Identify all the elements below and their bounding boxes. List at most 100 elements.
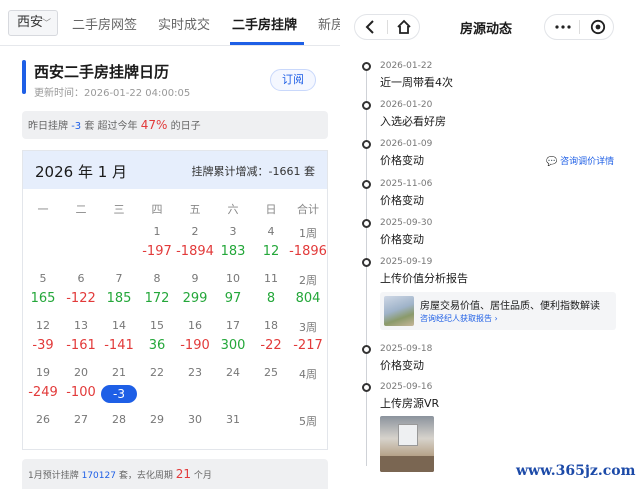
calendar-day[interactable]: 18 [252,319,290,332]
daily-change-value: 97 [224,291,242,306]
weekday-header: 五 [189,203,201,216]
calendar-day[interactable]: 12 [24,319,62,332]
daily-change-value: 185 [106,291,132,306]
calendar-day[interactable]: 10 [214,272,252,285]
top-nav: 西安 ﹀ 二手房网签 实时成交 二手房挂牌 新房 [0,0,340,46]
report-link[interactable]: 咨询经纪人获取报告 › [420,313,498,324]
calendar-day[interactable]: 31 [214,413,252,426]
calendar-day[interactable]: 24 [214,366,252,379]
city-selector[interactable]: 西安 ﹀ [8,10,58,36]
weekday-header: 日 [265,203,277,216]
tab-new-homes[interactable]: 新房 [318,14,340,33]
capsule-divider [387,20,388,34]
daily-change-value: 300 [220,338,246,353]
calendar-header: 2026 年 1 月 挂牌累计增减：-1661 套 [23,151,327,189]
update-time: 更新时间：2026-01-22 04:00:05 [34,88,191,99]
calendar-day[interactable]: 11 [252,272,290,285]
daily-change-value: -249 [28,385,58,400]
tab-realtime-deals[interactable]: 实时成交 [158,14,210,33]
listing-calendar-panel: 西安 ﹀ 二手房网签 实时成交 二手房挂牌 新房 西安二手房挂牌日历 更新时间：… [0,0,340,489]
calendar-day[interactable]: 27 [62,413,100,426]
today-value-badge[interactable]: -3 [101,385,137,403]
listing-calendar: 2026 年 1 月 挂牌累计增减：-1661 套 一二三四五六日合计 1 2 3 4 1… [22,150,328,450]
subscribe-button[interactable]: 订阅 [270,69,316,91]
daily-change-value: -1894 [176,244,214,259]
capsule-divider [579,20,580,34]
calendar-day[interactable]: 7 [100,272,138,285]
calendar-day[interactable]: 6 [62,272,100,285]
calendar-day[interactable]: 13 [62,319,100,332]
chat-icon: 💬 [546,157,558,167]
nav-capsule [354,14,420,40]
vr-thumbnail[interactable] [380,416,434,472]
calendar-day[interactable]: 26 [24,413,62,426]
calendar-day[interactable]: 28 [100,413,138,426]
calendar-day[interactable]: 15 [138,319,176,332]
event-date: 2025-11-06 [380,179,433,189]
calendar-day[interactable]: 17 [214,319,252,332]
weekday-header: 三 [113,203,125,216]
event-text: 价格变动 [380,154,424,167]
calendar-day[interactable]: 20 [62,366,100,379]
daily-change-value: -39 [32,338,54,353]
calendar-day[interactable]: 2 [176,225,214,238]
daily-change-value: 8 [266,291,276,306]
back-icon[interactable] [363,19,379,35]
calendar-day[interactable]: 30 [176,413,214,426]
week-label: 4周 [299,368,317,381]
tab-listings[interactable]: 二手房挂牌 [232,14,297,33]
home-icon[interactable] [396,19,412,35]
timeline-dot [362,383,371,392]
calendar-day[interactable]: 19 [24,366,62,379]
calendar-day[interactable]: 1 [138,225,176,238]
daily-change-value: -161 [66,338,96,353]
yesterday-summary: 昨日挂牌 -3 套 超过今年 47% 的日子 [22,111,328,139]
yesterday-percent: 47% [140,118,168,132]
timeline-dot [362,219,371,228]
tab-contract[interactable]: 二手房网签 [72,14,137,33]
daily-change-value: 36 [148,338,166,353]
consult-price-label: 咨询调价详情 [560,157,615,167]
daily-change-value: 183 [220,244,246,259]
page-title: 房源动态 [460,22,513,37]
forecast-suffix: 个月 [193,471,212,481]
timeline-dot [362,101,371,110]
week-label: 3周 [299,321,317,334]
report-thumbnail [384,296,414,326]
calendar-day[interactable]: 22 [138,366,176,379]
timeline-dot [362,345,371,354]
calendar-day[interactable]: 23 [176,366,214,379]
forecast-summary: 1月预计挂牌 170127 套，去化周期 21 个月 [22,459,328,489]
calendar-day[interactable]: 8 [138,272,176,285]
event-date: 2025-09-18 [380,344,433,354]
calendar-day[interactable]: 21 [100,366,138,379]
forecast-mid: 套，去化周期 [118,471,173,481]
value-report-card[interactable]: 房屋交易价值、居住品质、便利指数解读 咨询经纪人获取报告 › [380,292,616,330]
week-label: 5周 [299,415,317,428]
week-total-value: -217 [293,338,323,353]
close-icon[interactable] [590,19,606,35]
calendar-day[interactable]: 3 [214,225,252,238]
weekday-header: 二 [75,203,87,216]
calendar-day[interactable]: 16 [176,319,214,332]
vr-floor-image [380,456,434,472]
daily-change-value: 165 [30,291,56,306]
chevron-down-icon: ﹀ [41,19,51,29]
calendar-day[interactable]: 25 [252,366,290,379]
report-title: 房屋交易价值、居住品质、便利指数解读 [420,301,600,312]
timeline-dot [362,140,371,149]
calendar-day[interactable]: 4 [252,225,290,238]
consult-price-link[interactable]: 💬 咨询调价详情 [546,154,614,167]
calendar-day[interactable]: 5 [24,272,62,285]
event-text: 近一周带看4次 [380,76,453,89]
week-label: 1周 [299,227,317,240]
page-title: 西安二手房挂牌日历 [34,63,170,81]
listing-activity-panel: 房源动态 2026-01-22 近一周带看4次 2026-01-20 入选必看好房 20… [352,0,640,489]
more-icon[interactable] [555,19,571,35]
calendar-day[interactable]: 29 [138,413,176,426]
city-label: 西安 [17,15,44,30]
forecast-value: 170127 [81,471,116,481]
calendar-day[interactable]: 14 [100,319,138,332]
forecast-prefix: 1月预计挂牌 [28,471,79,481]
calendar-day[interactable]: 9 [176,272,214,285]
